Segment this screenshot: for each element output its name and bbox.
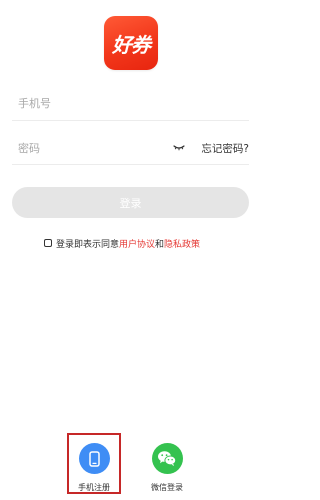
agreement-checkbox[interactable] <box>44 239 52 247</box>
smartphone-icon <box>88 450 100 467</box>
eye-closed-icon[interactable] <box>173 144 185 152</box>
phone-field <box>12 86 249 121</box>
user-agreement-link[interactable]: 用户协议 <box>119 237 155 250</box>
phone-register-circle[interactable] <box>78 443 110 474</box>
app-logo: 好券 <box>104 16 158 70</box>
password-field: 忘记密码? <box>12 133 249 165</box>
app-logo-text: 好券 <box>112 32 151 57</box>
wechat-login-label: 微信登录 <box>151 483 183 492</box>
wechat-icon <box>158 451 177 466</box>
password-input[interactable] <box>12 133 168 164</box>
wechat-login-circle[interactable] <box>151 443 183 474</box>
phone-register-button[interactable]: 手机注册 <box>64 443 124 493</box>
forgot-password-link[interactable]: 忘记密码? <box>201 141 249 156</box>
phone-register-label: 手机注册 <box>78 483 110 492</box>
privacy-policy-link[interactable]: 隐私政策 <box>164 237 200 250</box>
agreement-row: 登录即表示同意 用户协议 和 隐私政策 <box>44 236 200 250</box>
wechat-login-button[interactable]: 微信登录 <box>137 443 197 493</box>
agreement-and-text: 和 <box>155 239 165 250</box>
login-button[interactable]: 登录 <box>12 187 249 218</box>
phone-input[interactable] <box>12 86 168 120</box>
agreement-text: 登录即表示同意 <box>56 239 120 250</box>
